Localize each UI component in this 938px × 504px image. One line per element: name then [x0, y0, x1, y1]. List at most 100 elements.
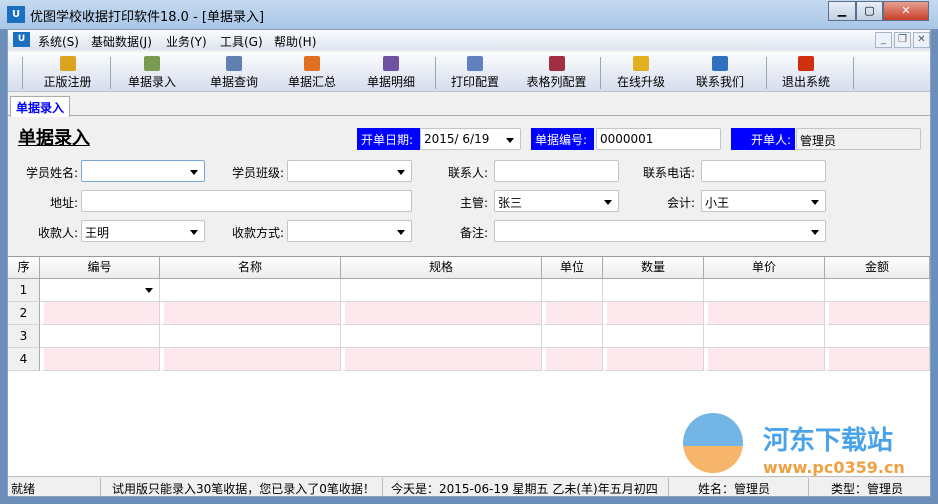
- grid-cell[interactable]: [704, 302, 825, 325]
- toolbar-label: 单据查询: [209, 75, 258, 89]
- grid-cell[interactable]: [603, 302, 704, 325]
- table-row[interactable]: 4: [8, 348, 930, 371]
- row-number: 4: [8, 348, 40, 371]
- grid-cell[interactable]: [341, 348, 542, 371]
- row-number: 3: [8, 325, 40, 348]
- status-divider: [382, 478, 383, 496]
- table-config-icon: [548, 56, 565, 71]
- payee-combo[interactable]: 王明: [81, 220, 205, 242]
- status-trial: 试用版只能录入30笔收据，您已录入了0笔收据！: [112, 482, 375, 496]
- grid-cell[interactable]: [542, 279, 603, 302]
- toolbar-label: 联系我们: [695, 75, 744, 89]
- status-today: 今天是：2015-06-19 星期五 乙未(羊)年五月初四: [391, 482, 658, 496]
- mdi-close-button[interactable]: ✕: [913, 32, 930, 48]
- toolbar-button-1[interactable]: 单据录入: [112, 52, 192, 92]
- contact-field[interactable]: [494, 160, 619, 182]
- menu-basic-data[interactable]: 基础数据(J): [91, 33, 152, 50]
- title-bar: U 优图学校收据打印软件18.0 - [单据录入] ▁ ▢ ✕: [0, 0, 938, 29]
- remark-combo[interactable]: [494, 220, 826, 242]
- grid-cell[interactable]: [40, 302, 160, 325]
- maximize-button[interactable]: ▢: [856, 1, 883, 21]
- toolbar-label: 单据汇总: [287, 75, 336, 89]
- pay-method-combo[interactable]: [287, 220, 412, 242]
- row-number: 2: [8, 302, 40, 325]
- student-name-label: 学员姓名:: [25, 166, 78, 180]
- class-combo[interactable]: [287, 160, 412, 182]
- phone-label: 联系电话:: [642, 166, 695, 180]
- mdi-minimize-button[interactable]: _: [875, 32, 892, 48]
- toolbar-label: 单据录入: [127, 75, 176, 89]
- toolbar-button-4[interactable]: 单据明细: [351, 52, 431, 92]
- grid-cell[interactable]: [341, 325, 542, 348]
- date-picker[interactable]: 2015/ 6/19: [420, 128, 521, 150]
- close-button[interactable]: ✕: [883, 1, 929, 21]
- column-header[interactable]: 名称: [160, 257, 341, 279]
- grid-cell[interactable]: [603, 348, 704, 371]
- column-header[interactable]: 数量: [603, 257, 704, 279]
- address-field[interactable]: [81, 190, 412, 212]
- watermark-logo-icon: [683, 413, 743, 473]
- grid-cell[interactable]: [603, 279, 704, 302]
- toolbar-button-7[interactable]: 在线升级: [601, 52, 681, 92]
- minimize-button[interactable]: ▁: [828, 1, 856, 21]
- home-icon: [712, 56, 728, 71]
- toolbar-button-9[interactable]: 退出系统: [766, 52, 846, 92]
- toolbar-button-5[interactable]: 打印配置: [435, 52, 515, 92]
- grid-cell[interactable]: [542, 325, 603, 348]
- column-header[interactable]: 单位: [542, 257, 603, 279]
- column-header[interactable]: 规格: [341, 257, 542, 279]
- grid-cell[interactable]: [825, 348, 930, 371]
- payee-label: 收款人:: [37, 226, 78, 240]
- grid-cell[interactable]: [825, 302, 930, 325]
- table-row[interactable]: 2: [8, 302, 930, 325]
- student-name-combo[interactable]: [81, 160, 205, 182]
- menu-system[interactable]: 系统(S): [38, 33, 79, 50]
- toolbar-button-0[interactable]: 正版注册: [30, 52, 105, 92]
- toolbar-button-8[interactable]: 联系我们: [680, 52, 760, 92]
- grid-cell[interactable]: [603, 325, 704, 348]
- grid-cell[interactable]: [825, 325, 930, 348]
- tab-receipt-entry[interactable]: 单据录入: [10, 96, 71, 117]
- child-logo: U: [13, 32, 30, 47]
- grid-cell[interactable]: [160, 279, 341, 302]
- status-divider: [100, 478, 101, 496]
- toolbar-button-2[interactable]: 单据查询: [194, 52, 274, 92]
- menu-help[interactable]: 帮助(H): [274, 33, 316, 50]
- supervisor-combo[interactable]: 张三: [494, 190, 619, 212]
- toolbar-label: 打印配置: [450, 75, 499, 89]
- column-header[interactable]: 编号: [40, 257, 160, 279]
- grid-cell[interactable]: [825, 279, 930, 302]
- grid-cell[interactable]: [40, 348, 160, 371]
- grid-cell[interactable]: [542, 348, 603, 371]
- table-row[interactable]: 3: [8, 325, 930, 348]
- status-divider: [808, 478, 809, 496]
- accountant-combo[interactable]: 小王: [701, 190, 826, 212]
- grid-cell[interactable]: [704, 325, 825, 348]
- window-title: 优图学校收据打印软件18.0 - [单据录入]: [30, 10, 265, 25]
- grid-cell[interactable]: [542, 302, 603, 325]
- creator-field: 管理员: [796, 128, 921, 150]
- receipt-no-field[interactable]: 0000001: [596, 128, 721, 150]
- code-dropdown-cell[interactable]: [40, 279, 160, 302]
- column-header[interactable]: 序: [8, 257, 40, 279]
- column-header[interactable]: 单价: [704, 257, 825, 279]
- toolbar-button-3[interactable]: 单据汇总: [272, 52, 352, 92]
- grid-cell[interactable]: [160, 325, 341, 348]
- grid-cell[interactable]: [40, 325, 160, 348]
- grid-cell[interactable]: [160, 302, 341, 325]
- grid-cell[interactable]: [341, 279, 542, 302]
- toolbar-button-6[interactable]: 表格列配置: [514, 52, 599, 92]
- grid-cell[interactable]: [341, 302, 542, 325]
- grid-cell[interactable]: [704, 279, 825, 302]
- mdi-restore-button[interactable]: ❐: [894, 32, 911, 48]
- menu-business[interactable]: 业务(Y): [166, 33, 207, 50]
- class-label: 学员班级:: [231, 166, 284, 180]
- table-row[interactable]: 1: [8, 279, 930, 302]
- status-user-name: 姓名：管理员: [698, 482, 771, 496]
- menu-tools[interactable]: 工具(G): [220, 33, 263, 50]
- grid-cell[interactable]: [704, 348, 825, 371]
- status-divider: [668, 478, 669, 496]
- phone-field[interactable]: [701, 160, 826, 182]
- column-header[interactable]: 金额: [825, 257, 930, 279]
- grid-cell[interactable]: [160, 348, 341, 371]
